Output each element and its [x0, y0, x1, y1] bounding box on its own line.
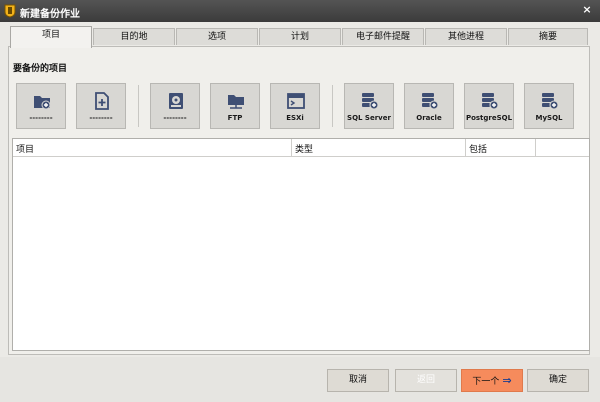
- window-title: 新建备份作业: [20, 9, 80, 20]
- column-divider[interactable]: [291, 139, 292, 156]
- folder-add-icon: [34, 96, 51, 110]
- tab-schedule[interactable]: 计划: [259, 28, 341, 45]
- tab-summary[interactable]: 摘要: [508, 28, 588, 45]
- next-label: 下一个: [472, 377, 500, 387]
- items-table[interactable]: 项目 类型 包括: [12, 138, 590, 351]
- next-button[interactable]: 下一个 ⇒: [461, 369, 523, 392]
- esxi-button[interactable]: ESXi: [270, 83, 320, 129]
- ftp-folder-icon: [228, 95, 244, 109]
- postgresql-button[interactable]: PostgreSQL: [464, 83, 514, 129]
- source-label: --------: [29, 114, 53, 122]
- app-shield-icon: [4, 4, 16, 18]
- backup-job-window: 新建备份作业 × 项目 目的地 选项 计划 电子邮件提醒 其他进程 摘要 要备份…: [0, 0, 600, 402]
- column-header-include[interactable]: 包括: [469, 142, 487, 155]
- column-divider[interactable]: [535, 139, 536, 156]
- tab-email-alerts[interactable]: 电子邮件提醒: [342, 28, 424, 45]
- add-folder-button[interactable]: --------: [16, 83, 66, 129]
- column-divider[interactable]: [465, 139, 466, 156]
- ok-button[interactable]: 确定: [527, 369, 589, 392]
- database-add-icon: [362, 93, 379, 110]
- divider: [332, 85, 333, 127]
- source-label: SQL Server: [347, 114, 391, 122]
- column-header-item[interactable]: 项目: [16, 142, 34, 155]
- oracle-button[interactable]: Oracle: [404, 83, 454, 129]
- source-label: ESXi: [286, 114, 304, 122]
- disk-icon: [169, 93, 183, 109]
- source-label: --------: [89, 114, 113, 122]
- source-label: MySQL: [535, 114, 563, 122]
- source-label: Oracle: [416, 114, 442, 122]
- tab-bar: 项目 目的地 选项 计划 电子邮件提醒 其他进程 摘要: [8, 26, 590, 48]
- database-add-icon: [482, 93, 499, 110]
- table-header: 项目 类型 包括: [13, 139, 589, 157]
- tab-options[interactable]: 选项: [176, 28, 258, 45]
- file-add-icon: [95, 92, 109, 110]
- sql-server-button[interactable]: SQL Server: [344, 83, 394, 129]
- cancel-button[interactable]: 取消: [327, 369, 389, 392]
- tab-items[interactable]: 项目: [10, 26, 92, 48]
- footer-bar: 取消 返回 下一个 ⇒ 确定: [0, 357, 600, 402]
- items-panel: 要备份的项目 -------- -------- -------- FTP ES…: [8, 46, 590, 355]
- tab-destination[interactable]: 目的地: [93, 28, 175, 45]
- source-label: PostgreSQL: [465, 114, 513, 122]
- add-disk-button[interactable]: --------: [150, 83, 200, 129]
- add-file-button[interactable]: --------: [76, 83, 126, 129]
- ftp-button[interactable]: FTP: [210, 83, 260, 129]
- source-label: FTP: [227, 114, 243, 122]
- tab-other-processes[interactable]: 其他进程: [425, 28, 507, 45]
- close-button[interactable]: ×: [580, 3, 594, 17]
- source-label: --------: [163, 114, 187, 122]
- arrow-right-icon: ⇒: [502, 374, 512, 387]
- esxi-window-icon: [287, 93, 305, 109]
- column-header-type[interactable]: 类型: [295, 142, 313, 155]
- title-bar: 新建备份作业 ×: [0, 0, 600, 22]
- mysql-button[interactable]: MySQL: [524, 83, 574, 129]
- database-add-icon: [542, 93, 559, 110]
- divider: [138, 85, 139, 127]
- section-label: 要备份的项目: [13, 64, 68, 74]
- database-add-icon: [422, 93, 439, 110]
- back-button: 返回: [395, 369, 457, 392]
